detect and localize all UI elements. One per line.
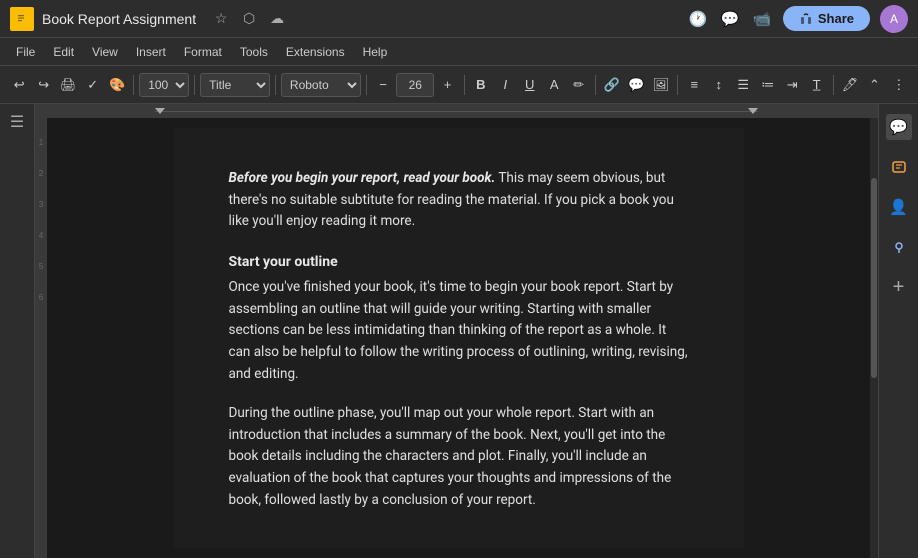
underline-button[interactable]: U: [519, 72, 541, 98]
clear-format-button[interactable]: T̲: [805, 72, 827, 98]
expand-button[interactable]: ⌃: [863, 72, 885, 98]
title-bar-icons: ☆ ⬡ ☁: [212, 10, 286, 28]
right-panel-person-icon[interactable]: 👤: [886, 194, 912, 220]
main-area: ☰ 1 2 3 4 5 6: [0, 104, 918, 558]
italic-button[interactable]: I: [494, 72, 516, 98]
separator-3: [275, 75, 276, 95]
separator-4: [366, 75, 367, 95]
font-select[interactable]: Roboto Arial Times New Roman: [281, 73, 361, 97]
ruler-horizontal: [35, 104, 878, 118]
title-bar-right: 🕐 💬 📹 Share A: [687, 5, 908, 33]
separator-2: [194, 75, 195, 95]
redo-button[interactable]: ↪: [32, 72, 54, 98]
menu-view[interactable]: View: [84, 42, 126, 62]
ruler-vertical: 1 2 3 4 5 6: [35, 118, 47, 558]
pen-button[interactable]: 🖊: [839, 72, 861, 98]
align-button[interactable]: ≡: [683, 72, 705, 98]
separator-1: [133, 75, 134, 95]
numbered-list-button[interactable]: ≔: [756, 72, 778, 98]
video-icon[interactable]: 📹: [751, 8, 773, 30]
cloud-icon[interactable]: ☁: [268, 10, 286, 28]
avatar[interactable]: A: [880, 5, 908, 33]
spellcheck-button[interactable]: ✓: [81, 72, 103, 98]
star-icon[interactable]: ☆: [212, 10, 230, 28]
share-button[interactable]: Share: [783, 6, 870, 31]
title-bar: Book Report Assignment ☆ ⬡ ☁ 🕐 💬 📹 Share…: [0, 0, 918, 38]
bold-button[interactable]: B: [470, 72, 492, 98]
line-spacing-button[interactable]: ↕: [708, 72, 730, 98]
drive-icon[interactable]: ⬡: [240, 10, 258, 28]
intro-bold-text: Before you begin your report, read your …: [229, 170, 496, 186]
menu-insert[interactable]: Insert: [128, 42, 174, 62]
paragraph-intro: Before you begin your report, read your …: [229, 168, 689, 233]
outline-toggle-icon[interactable]: ☰: [10, 112, 24, 132]
highlight-button[interactable]: ✏: [567, 72, 589, 98]
menu-tools[interactable]: Tools: [232, 42, 276, 62]
insert-image-button[interactable]: 🖼: [650, 72, 672, 98]
chat-icon[interactable]: 💬: [719, 8, 741, 30]
paint-format-button[interactable]: 🎨: [106, 72, 128, 98]
document-page: Before you begin your report, read your …: [174, 128, 744, 548]
link-button[interactable]: 🔗: [601, 72, 623, 98]
zoom-select[interactable]: 100% 75% 150%: [139, 73, 189, 97]
menu-format[interactable]: Format: [176, 42, 230, 62]
right-panel-map-icon[interactable]: [886, 234, 912, 260]
undo-button[interactable]: ↩: [8, 72, 30, 98]
font-size-input[interactable]: 26: [396, 73, 434, 97]
right-sidebar: 💬 👤 +: [878, 104, 918, 558]
title-bar-left: Book Report Assignment ☆ ⬡ ☁: [10, 7, 687, 31]
history-icon[interactable]: 🕐: [687, 8, 709, 30]
scrollbar-thumb[interactable]: [871, 178, 877, 378]
menu-extensions[interactable]: Extensions: [278, 42, 353, 62]
outline-heading: Start your outline: [229, 251, 689, 273]
font-size-increase[interactable]: +: [436, 72, 458, 98]
insert-comment-button[interactable]: 💬: [625, 72, 647, 98]
font-size-decrease[interactable]: −: [372, 72, 394, 98]
left-sidebar: ☰: [0, 104, 35, 558]
document-title: Book Report Assignment: [42, 11, 196, 27]
indent-button[interactable]: ⇥: [781, 72, 803, 98]
doc-icon: [10, 7, 34, 31]
right-panel-add-icon[interactable]: +: [886, 274, 912, 300]
separator-6: [595, 75, 596, 95]
right-panel-tasks-icon[interactable]: [886, 154, 912, 180]
share-label: Share: [818, 11, 854, 26]
separator-8: [833, 75, 834, 95]
outline-text: Once you've finished your book, it's tim…: [229, 279, 688, 381]
text-color-button[interactable]: A: [543, 72, 565, 98]
list-button[interactable]: ☰: [732, 72, 754, 98]
menu-edit[interactable]: Edit: [45, 42, 82, 62]
menu-bar: File Edit View Insert Format Tools Exten…: [0, 38, 918, 66]
format-toolbar: ↩ ↪ 🖨 ✓ 🎨 100% 75% 150% Title Heading 1 …: [0, 66, 918, 104]
outline-detail-text: During the outline phase, you'll map out…: [229, 405, 672, 507]
paragraph-outline: Start your outline Once you've finished …: [229, 251, 689, 385]
separator-7: [677, 75, 678, 95]
print-button[interactable]: 🖨: [57, 72, 79, 98]
separator-5: [464, 75, 465, 95]
paragraph-outline-detail: During the outline phase, you'll map out…: [229, 403, 689, 511]
content-area[interactable]: Before you begin your report, read your …: [47, 118, 870, 558]
menu-help[interactable]: Help: [355, 42, 396, 62]
scrollbar-area[interactable]: [870, 118, 878, 558]
more-options-button[interactable]: ⋮: [888, 72, 910, 98]
right-panel-chat-icon[interactable]: 💬: [886, 114, 912, 140]
style-select[interactable]: Title Heading 1 Normal text: [200, 73, 270, 97]
menu-file[interactable]: File: [8, 42, 43, 62]
